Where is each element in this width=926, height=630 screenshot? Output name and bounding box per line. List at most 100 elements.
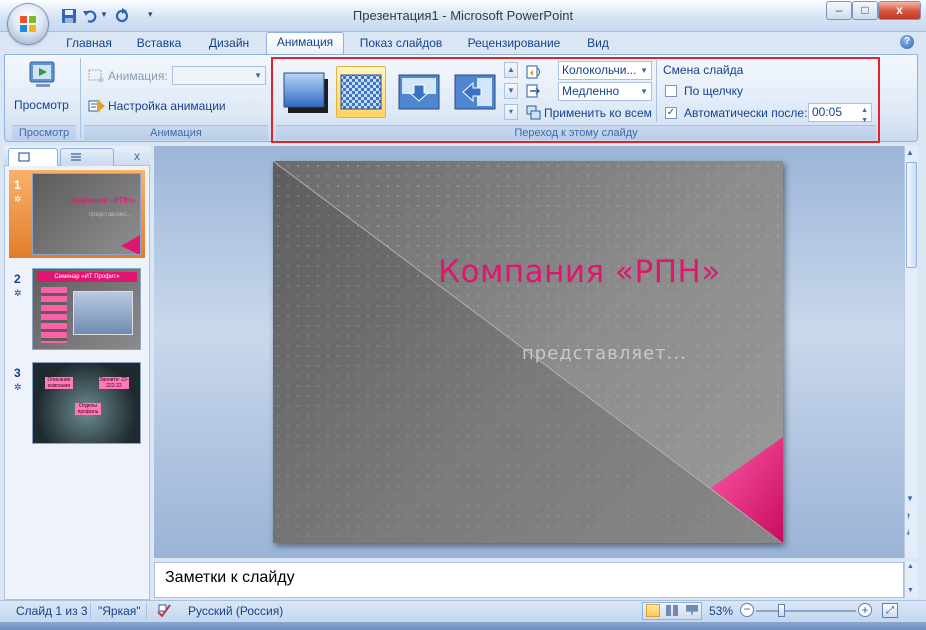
- custom-animation-button[interactable]: Настройка анимации: [108, 99, 226, 113]
- slide-thumbnail-1[interactable]: Компания «РПН» представляет...: [32, 173, 141, 255]
- group-separator: [656, 60, 657, 122]
- thumb-list-blocks: [41, 287, 67, 343]
- zoom-slider-track[interactable]: [756, 610, 856, 612]
- scroll-up-icon[interactable]: ▲: [907, 563, 914, 570]
- transition-speed-value: Медленно: [562, 84, 620, 98]
- animation-icon: [88, 69, 104, 83]
- spelling-icon[interactable]: [156, 603, 172, 618]
- status-theme: "Яркая": [98, 604, 141, 618]
- scroll-thumb[interactable]: [906, 162, 917, 268]
- gallery-more-icon[interactable]: ▾: [504, 104, 518, 120]
- scroll-down-icon[interactable]: ▼: [907, 587, 914, 594]
- transition-speed-combo[interactable]: Медленно ▼: [558, 82, 652, 101]
- maximize-button[interactable]: □: [852, 1, 878, 20]
- preview-group-label: Просмотр: [12, 125, 76, 140]
- window-title: Презентация1 - Microsoft PowerPoint: [352, 8, 574, 23]
- apply-to-all-button[interactable]: Применить ко всем: [544, 106, 652, 120]
- slide-sorter-icon[interactable]: [666, 605, 678, 616]
- tab-home[interactable]: Главная: [60, 34, 118, 54]
- thumb-box: Отделы профиль: [75, 403, 101, 415]
- apply-to-all-icon: [526, 105, 541, 120]
- status-language[interactable]: Русский (Россия): [188, 604, 283, 618]
- outline-tab-icon: [71, 153, 81, 161]
- tab-outline[interactable]: [60, 148, 114, 166]
- preview-label: Просмотр: [14, 98, 69, 112]
- zoom-level[interactable]: 53%: [709, 604, 733, 618]
- status-separator: [146, 603, 147, 619]
- normal-view-icon[interactable]: [646, 604, 660, 617]
- slide-thumbnail-2[interactable]: Семинар «ИТ Профит»: [32, 268, 141, 350]
- vertical-scrollbar[interactable]: ▲ ▼ ⯭ ⯯: [904, 146, 918, 558]
- on-click-checkbox[interactable]: [665, 85, 677, 97]
- checkmark-icon: ✓: [666, 107, 676, 118]
- chevron-down-icon: ▼: [254, 71, 262, 80]
- auto-advance-time-value: 00:05: [812, 105, 843, 119]
- auto-advance-time-input[interactable]: 00:05 ▲ ▼: [808, 103, 872, 124]
- group-separator: [80, 58, 81, 138]
- transition-cover-left-icon: [454, 74, 496, 110]
- gallery-scroll-up-icon[interactable]: ▲: [504, 62, 518, 78]
- zoom-slider-thumb[interactable]: [778, 604, 785, 617]
- thumb-accent-triangle: [121, 235, 140, 254]
- help-icon[interactable]: ?: [900, 35, 914, 49]
- slide-number: 2: [14, 272, 21, 286]
- thumb-box: Звоните: 22-222-22: [99, 377, 129, 389]
- fit-to-window-icon[interactable]: ⤢: [882, 603, 898, 618]
- tab-view[interactable]: Вид: [582, 34, 614, 54]
- notes-placeholder: Заметки к слайду: [165, 569, 295, 586]
- transition-sound-combo[interactable]: Колокольчи... ▼: [558, 61, 652, 80]
- auto-advance-label: Автоматически после:: [684, 106, 808, 120]
- on-click-label: По щелчку: [684, 84, 744, 98]
- slides-tab-icon: [18, 152, 30, 162]
- next-slide-icon[interactable]: ⯯: [906, 528, 911, 538]
- scroll-down-icon[interactable]: ▼: [906, 494, 914, 503]
- gallery-scroll-down-icon[interactable]: ▼: [504, 83, 518, 99]
- spin-down-icon[interactable]: ▼: [861, 112, 868, 129]
- transition-sound-icon: [526, 65, 540, 79]
- transition-none[interactable]: [281, 66, 331, 118]
- transition-cover-down[interactable]: [394, 66, 444, 118]
- tab-animation[interactable]: Анимация: [266, 32, 344, 54]
- tab-review[interactable]: Рецензирование: [462, 34, 566, 54]
- notes-scrollbar[interactable]: ▲ ▼: [904, 562, 918, 598]
- slide-thumbnail-3[interactable]: Описание компании Звоните: 22-222-22 Отд…: [32, 362, 141, 444]
- previous-slide-icon[interactable]: ⯭: [906, 512, 911, 522]
- close-button[interactable]: x: [878, 1, 921, 20]
- slide-number: 3: [14, 366, 21, 380]
- animation-combo[interactable]: ▼: [172, 66, 266, 85]
- thumb-screenshot-image: [73, 291, 133, 335]
- tab-slides[interactable]: [8, 148, 58, 166]
- notes-pane[interactable]: Заметки к слайду: [154, 562, 904, 598]
- tab-slideshow[interactable]: Показ слайдов: [356, 34, 446, 54]
- auto-advance-checkbox[interactable]: ✓: [665, 107, 677, 119]
- chevron-down-icon: ▼: [640, 66, 648, 75]
- group-separator: [272, 58, 273, 138]
- office-button[interactable]: [8, 4, 48, 44]
- chevron-down-icon: ▼: [640, 87, 648, 96]
- transition-none-icon: [283, 72, 328, 113]
- zoom-out-icon[interactable]: −: [740, 603, 754, 617]
- slide-number: 1: [14, 178, 21, 192]
- preview-icon: [29, 61, 55, 87]
- advance-slide-title: Смена слайда: [663, 63, 744, 77]
- slide-title[interactable]: Компания «РПН»: [438, 254, 721, 290]
- transition-marker-icon: ✲: [14, 382, 22, 392]
- transition-sound-value: Колокольчи...: [562, 63, 637, 77]
- tab-design[interactable]: Дизайн: [200, 34, 258, 54]
- thumb-box: Описание компании: [45, 377, 73, 389]
- animation-group-label: Анимация: [84, 125, 268, 140]
- transition-dissolve-icon: [340, 74, 382, 110]
- panel-close-icon[interactable]: x: [134, 149, 140, 163]
- office-logo-icon: [20, 16, 36, 32]
- transition-cover-left[interactable]: [450, 66, 500, 118]
- animation-label: Анимация:: [108, 69, 168, 83]
- tab-insert[interactable]: Вставка: [130, 34, 188, 54]
- taskbar-strip: [0, 622, 926, 630]
- scroll-up-icon[interactable]: ▲: [906, 148, 914, 157]
- transition-dissolve[interactable]: [336, 66, 386, 118]
- thumb-subtitle: представляет...: [89, 212, 132, 218]
- preview-button[interactable]: Просмотр: [10, 58, 76, 124]
- slide-subtitle[interactable]: представляет...: [522, 343, 687, 364]
- minimize-button[interactable]: –: [826, 1, 852, 20]
- zoom-in-icon[interactable]: +: [858, 603, 872, 617]
